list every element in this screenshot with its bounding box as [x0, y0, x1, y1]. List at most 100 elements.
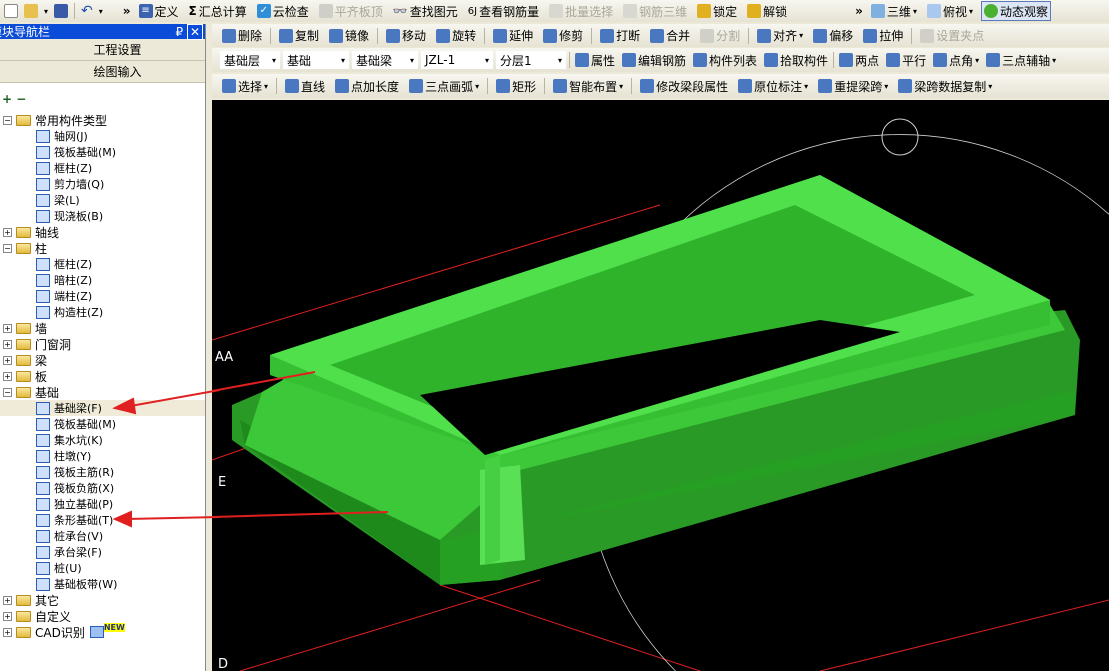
tool-button[interactable]: 镜像	[327, 27, 371, 44]
tool-button[interactable]: 直线	[283, 78, 327, 95]
expand-icon[interactable]: +	[3, 227, 12, 237]
tool-button[interactable]: 删除	[220, 27, 264, 44]
tree-item[interactable]: 筏板基础(M)	[0, 416, 205, 432]
tree-item[interactable]: 现浇板(B)	[0, 208, 205, 224]
tree-item[interactable]: 条形基础(T)	[0, 512, 205, 528]
3d-viewport[interactable]: AA E D	[212, 100, 1109, 671]
tool-button[interactable]: 点加长度	[333, 78, 401, 95]
tree-item[interactable]: 桩(U)	[0, 560, 205, 576]
expand-icon[interactable]: +	[3, 627, 12, 637]
tree-item[interactable]: 构造柱(Z)	[0, 304, 205, 320]
rebar-3d-button[interactable]: 钢筋三维	[621, 3, 689, 20]
tree-folder[interactable]: + 自定义	[0, 608, 205, 624]
view-direction-dropdown[interactable]: 俯视 ▾	[925, 3, 975, 20]
tree-item[interactable]: 框柱(Z)	[0, 160, 205, 176]
tree-folder[interactable]: − 柱	[0, 240, 205, 256]
collapse-icon[interactable]: −	[3, 115, 12, 125]
expand-icon[interactable]: +	[3, 595, 12, 605]
tree-folder[interactable]: − 基础	[0, 384, 205, 400]
more-tools-icon[interactable]: »	[855, 4, 863, 18]
flush-slab-button[interactable]: 平齐板顶	[317, 3, 385, 20]
tool-button[interactable]: 矩形	[494, 78, 538, 95]
tool-button[interactable]: 两点	[837, 52, 881, 69]
tree-item[interactable]: 桩承台(V)	[0, 528, 205, 544]
tool-button[interactable]: 构件列表	[691, 52, 759, 69]
expand-icon[interactable]: +	[3, 323, 12, 333]
tool-button[interactable]: 延伸	[491, 27, 535, 44]
dropdown-arrow-icon[interactable]: ▾	[99, 7, 103, 16]
lock-button[interactable]: 锁定	[695, 3, 739, 20]
tree-item[interactable]: 基础板带(W)	[0, 576, 205, 592]
tree-item[interactable]: 筏板负筋(X)	[0, 480, 205, 496]
summary-calc-button[interactable]: Σ 汇总计算	[187, 3, 249, 20]
unlock-button[interactable]: 解锁	[745, 3, 789, 20]
name-select[interactable]: JZL-1 ▾	[421, 51, 493, 69]
layer-select[interactable]: 分层1 ▾	[496, 51, 566, 69]
project-settings-button[interactable]: 工程设置	[0, 39, 205, 61]
tree-item[interactable]: 轴网(J)	[0, 128, 205, 144]
tool-button[interactable]: 偏移	[811, 27, 855, 44]
tree-folder[interactable]: + 墙	[0, 320, 205, 336]
tool-button[interactable]: 三点画弧 ▾	[407, 78, 481, 95]
type-select[interactable]: 基础梁 ▾	[352, 51, 418, 69]
tool-button[interactable]: 重提梁跨 ▾	[816, 78, 890, 95]
tool-button[interactable]: 属性	[573, 52, 617, 69]
batch-select-button[interactable]: 批量选择	[547, 3, 615, 20]
new-file-icon[interactable]	[4, 4, 18, 18]
tool-button[interactable]: 点角 ▾	[931, 52, 981, 69]
tree-item[interactable]: 剪力墙(Q)	[0, 176, 205, 192]
define-button[interactable]: ≡ 定义	[137, 3, 181, 20]
tool-button[interactable]: 平行	[884, 52, 928, 69]
tool-button[interactable]: 设置夹点	[918, 27, 986, 44]
tree-item[interactable]: 端柱(Z)	[0, 288, 205, 304]
tree-item[interactable]: 基础梁(F)	[0, 400, 205, 416]
cloud-check-button[interactable]: ✓ 云检查	[255, 3, 311, 20]
expand-collapse-icons[interactable]: + −	[2, 92, 26, 106]
tree-item[interactable]: 梁(L)	[0, 192, 205, 208]
orbit-handle-top[interactable]	[881, 118, 919, 156]
view-mode-dropdown[interactable]: 三维 ▾	[869, 3, 919, 20]
open-folder-icon[interactable]	[24, 4, 38, 18]
tree-folder[interactable]: + 板	[0, 368, 205, 384]
tool-button[interactable]: 合并	[648, 27, 692, 44]
tool-button[interactable]: 旋转	[434, 27, 478, 44]
tool-button[interactable]: 移动	[384, 27, 428, 44]
tool-button[interactable]: 梁跨数据复制 ▾	[896, 78, 994, 95]
expand-icon[interactable]: +	[3, 355, 12, 365]
tree-item[interactable]: 柱墩(Y)	[0, 448, 205, 464]
close-icon[interactable]: ✕	[186, 23, 203, 40]
tool-button[interactable]: 分割	[698, 27, 742, 44]
undo-icon[interactable]: ↶	[81, 3, 93, 19]
tree-folder[interactable]: + 门窗洞	[0, 336, 205, 352]
tree-folder[interactable]: + 轴线	[0, 224, 205, 240]
tool-button[interactable]: 打断	[598, 27, 642, 44]
category-select[interactable]: 基础 ▾	[283, 51, 349, 69]
tree-item[interactable]: 独立基础(P)	[0, 496, 205, 512]
tool-button[interactable]: 拉伸	[861, 27, 905, 44]
dropdown-arrow-icon[interactable]: ▾	[44, 7, 48, 16]
floor-select[interactable]: 基础层 ▾	[220, 51, 280, 69]
more-tools-icon[interactable]: »	[123, 4, 131, 18]
tool-button[interactable]: 复制	[277, 27, 321, 44]
tool-button[interactable]: 编辑钢筋	[620, 52, 688, 69]
tool-button[interactable]: 对齐 ▾	[755, 27, 805, 44]
tree-item[interactable]: 框柱(Z)	[0, 256, 205, 272]
find-element-button[interactable]: 👓 查找图元	[391, 3, 460, 20]
tool-button[interactable]: 修改梁段属性	[638, 78, 730, 95]
orbit-button[interactable]: 动态观察	[980, 1, 1051, 21]
save-icon[interactable]	[54, 4, 69, 18]
tool-button[interactable]: 智能布置 ▾	[551, 78, 625, 95]
tree-item[interactable]: 暗柱(Z)	[0, 272, 205, 288]
view-rebar-button[interactable]: 6J 查看钢筋量	[466, 3, 541, 20]
tree-item[interactable]: 筏板基础(M)	[0, 144, 205, 160]
drawing-input-button[interactable]: 绘图输入	[0, 61, 205, 83]
tool-button[interactable]: 拾取构件	[762, 52, 830, 69]
tree-item[interactable]: 集水坑(K)	[0, 432, 205, 448]
collapse-icon[interactable]: −	[3, 387, 12, 397]
expand-icon[interactable]: +	[3, 371, 12, 381]
expand-icon[interactable]: +	[3, 339, 12, 349]
tree-folder[interactable]: + 其它	[0, 592, 205, 608]
tree-item[interactable]: 筏板主筋(R)	[0, 464, 205, 480]
pin-icon[interactable]: ₽	[175, 25, 183, 39]
tree-folder[interactable]: − 常用构件类型	[0, 112, 205, 128]
